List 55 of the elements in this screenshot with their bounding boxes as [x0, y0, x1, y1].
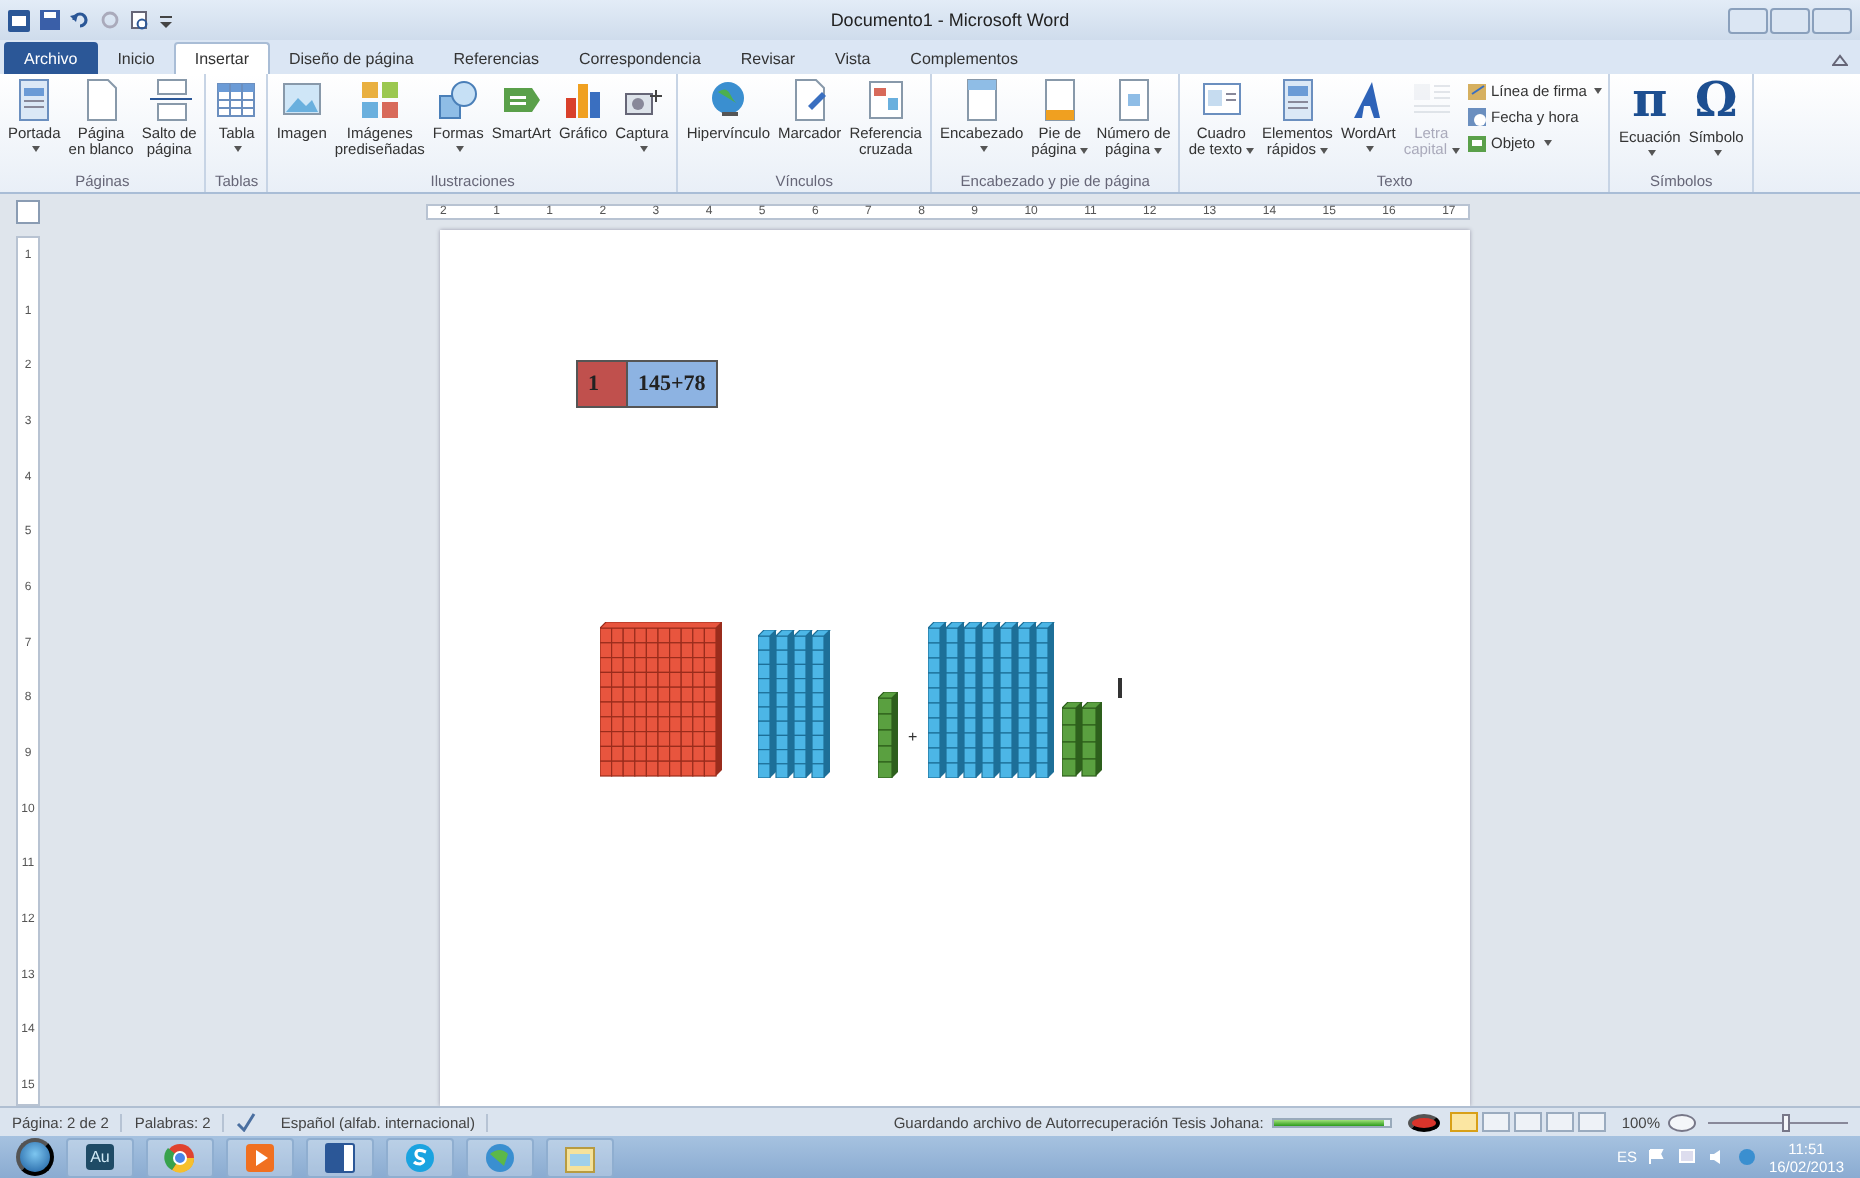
browser-icon — [164, 1141, 196, 1173]
window-title: Documento1 - Microsoft Word — [828, 10, 1072, 30]
ribbon-tab[interactable]: Insertar — [174, 42, 269, 74]
plus-sign: + — [908, 728, 918, 746]
view-button[interactable] — [1481, 1112, 1510, 1132]
taskbar-app[interactable] — [146, 1137, 214, 1177]
app-icon — [8, 9, 30, 31]
close-button[interactable] — [1812, 7, 1852, 33]
zoom-out-button[interactable] — [1668, 1113, 1696, 1131]
ribbon-tab[interactable]: Diseño de página — [269, 42, 434, 74]
table-icon — [214, 78, 259, 122]
flag-icon — [1648, 1148, 1667, 1166]
view-button[interactable] — [1449, 1112, 1478, 1132]
view-button[interactable] — [1545, 1112, 1574, 1132]
ribbon-tab[interactable]: Inicio — [97, 42, 175, 74]
minimize-ribbon-icon — [1832, 54, 1848, 66]
taskbar-app[interactable] — [306, 1137, 374, 1177]
ribbon-tab[interactable]: Revisar — [720, 42, 816, 74]
object-icon — [1465, 132, 1487, 154]
customize-icon — [160, 10, 172, 30]
undo-icon — [70, 10, 90, 30]
view-button[interactable] — [1577, 1112, 1606, 1132]
zoom-slider[interactable] — [1708, 1113, 1848, 1131]
folder-icon — [564, 1141, 596, 1173]
cancel-button[interactable] — [1407, 1113, 1440, 1131]
maximize-button[interactable] — [1770, 7, 1810, 33]
ribbon-tab[interactable]: Complementos — [890, 42, 1038, 74]
clip-art-icon — [357, 78, 402, 122]
cross-reference-icon — [863, 78, 908, 122]
ribbon-tab[interactable]: Referencias — [433, 42, 559, 74]
tab-selector[interactable] — [16, 199, 40, 223]
chat-icon — [404, 1141, 436, 1173]
play-icon — [244, 1141, 276, 1173]
unit-cubes-drawing — [1061, 702, 1102, 778]
ribbon-tab[interactable]: Correspondencia — [558, 42, 721, 74]
spelling-check-icon — [236, 1112, 257, 1132]
shapes-icon — [436, 78, 481, 122]
ribbon-tab[interactable]: Vista — [815, 42, 891, 74]
print-preview-icon — [130, 10, 150, 30]
start-button[interactable] — [16, 1138, 54, 1176]
text-cursor-icon — [1117, 678, 1122, 698]
taskbar-app[interactable]: Au — [66, 1137, 134, 1177]
network-icon — [1678, 1148, 1697, 1166]
bar-chart-icon — [561, 78, 606, 122]
slider-thumb[interactable] — [1781, 1113, 1789, 1131]
minimize-button[interactable] — [1728, 7, 1768, 33]
globe-icon — [484, 1141, 516, 1173]
unit-cubes-drawing — [878, 692, 898, 778]
view-button[interactable] — [1513, 1112, 1542, 1132]
table-cell: 1 — [578, 362, 626, 406]
taskbar-app[interactable] — [226, 1137, 294, 1177]
page-break-icon — [147, 78, 192, 122]
table-cell: 145+78 — [626, 362, 716, 406]
file-tab[interactable]: Archivo — [4, 42, 98, 74]
save-icon — [40, 10, 60, 30]
